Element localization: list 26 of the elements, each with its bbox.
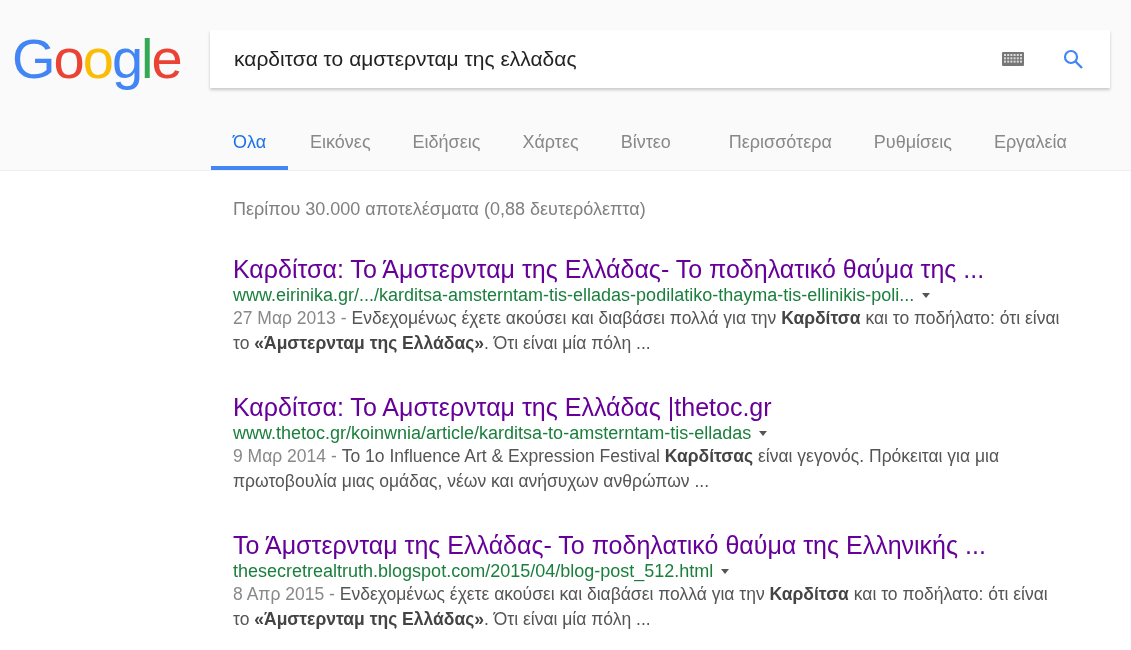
tab[interactable]: Εικόνες: [290, 131, 391, 170]
result-title-link[interactable]: Καρδίτσα: Το Αμστερνταμ της Ελλάδας |thetoc.gr: [233, 392, 1131, 422]
search-box[interactable]: καρδιτσα το αμστερνταμ της ελλαδας: [210, 30, 1110, 88]
tab[interactable]: Ειδήσεις: [392, 131, 501, 170]
result-title-link[interactable]: Καρδίτσα: Το Άμστερνταμ της Ελλάδας- Το ποδηλατικό θαύμα της ...: [233, 254, 1131, 284]
search-field[interactable]: καρδιτσα το αμστερνταμ της ελλαδας: [234, 47, 1002, 71]
caret-icon[interactable]: [922, 292, 931, 298]
result-url: www.eirinika.gr/.../karditsa-amsterntam-tis-elladas-podilatiko-thayma-tis-ellinikis-poli...: [233, 284, 915, 306]
result-snippet: 8 Απρ 2015 - Ενδεχομένως έχετε ακούσει και διαβάσει πολλά για την Καρδίτσα και το ποδήλατο: ότι είναι το «Άμστερνταμ της Ελλάδας». Ότι είναι μία πόλη ...: [233, 583, 1049, 631]
tab[interactable]: Περισσότερα: [708, 131, 852, 170]
tab[interactable]: Όλα: [211, 131, 289, 170]
tab[interactable]: Ρυθμίσεις: [853, 131, 972, 170]
result-url: thesecretrealtruth.blogspot.com/2015/04/blog-post_512.html: [233, 560, 714, 582]
logo[interactable]: Google: [12, 30, 210, 88]
caret-icon[interactable]: [759, 430, 768, 436]
result-title-link[interactable]: Το Άμστερνταμ της Ελλάδας- Το ποδηλατικό θαύμα της Ελληνικής ...: [233, 530, 1131, 560]
result-snippet: 9 Μαρ 2014 - Το 1ο Influence Art & Expression Festival Καρδίτσας είναι γεγονός. Πρόκειται για μια πρωτοβουλία μιας ομάδας, νέων και ανήσυχων ανθρώπων ...: [233, 445, 1000, 493]
result-stats: Περίπου 30.000 αποτελέσματα (0,88 δευτερόλεπτα): [233, 199, 647, 220]
tab[interactable]: Χάρτες: [502, 131, 599, 170]
caret-icon[interactable]: [721, 568, 730, 574]
keyboard-icon[interactable]: [1002, 52, 1024, 66]
result-snippet: 27 Μαρ 2013 - Ενδεχομένως έχετε ακούσει και διαβάσει πολλά για την Καρδίτσα και το ποδήλατο: ότι είναι το «Άμστερνταμ της Ελλάδας». Ότι είναι μία πόλη ...: [233, 307, 1061, 355]
tab[interactable]: Βίντεο: [600, 131, 691, 170]
tab[interactable]: Εργαλεία: [973, 131, 1087, 170]
search-icon[interactable]: [1062, 48, 1084, 70]
result-url: www.thetoc.gr/koinwnia/article/karditsa-to-amsterntam-tis-elladas: [233, 422, 752, 444]
